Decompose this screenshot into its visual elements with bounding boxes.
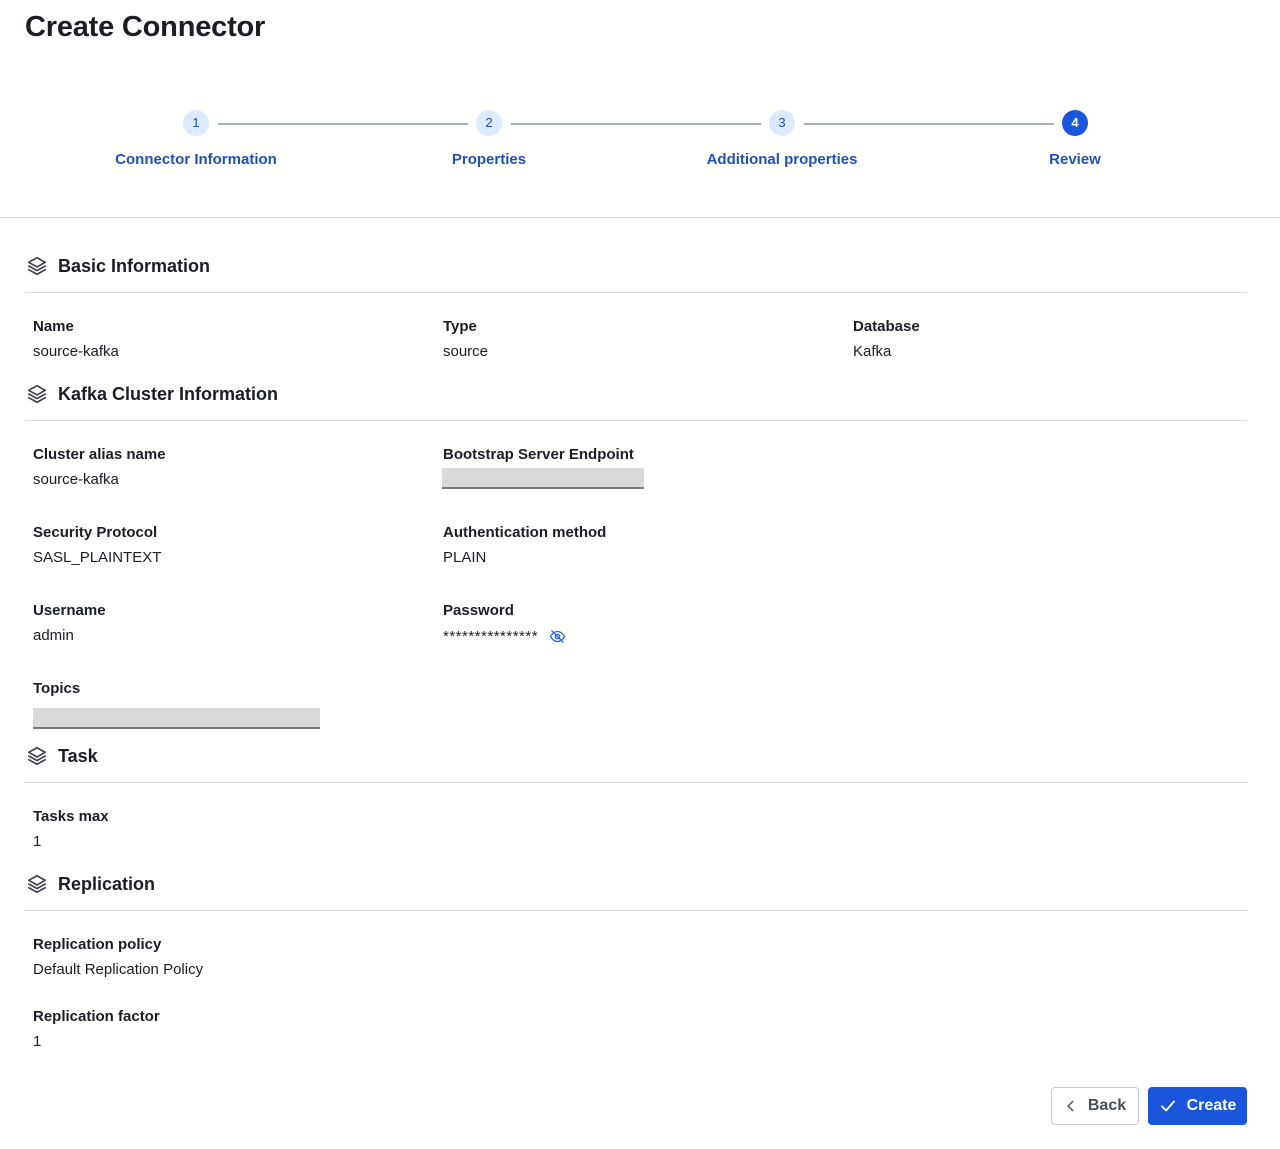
step-label: Properties: [451, 151, 527, 168]
chevron-left-icon: [1064, 1099, 1078, 1113]
field-value: SASL_PLAINTEXT: [33, 549, 162, 566]
field-value: source-kafka: [33, 343, 119, 360]
section-kafka-cluster-information: Kafka Cluster Information: [25, 380, 278, 408]
step-additional-properties[interactable]: 3 Additional properties: [662, 108, 902, 168]
field-label: Replication policy: [33, 936, 162, 953]
field-username: Username admin: [33, 601, 106, 646]
layers-icon: [26, 382, 50, 406]
section-replication: Replication: [25, 870, 155, 898]
field-label: Password: [443, 602, 514, 619]
page-title: Create Connector: [25, 11, 266, 43]
step-number: 3: [769, 110, 795, 136]
field-cluster-alias-name: Cluster alias name source-kafka: [33, 445, 166, 490]
step-properties[interactable]: 2 Properties: [369, 108, 609, 168]
step-number: 4: [1062, 110, 1088, 136]
field-label: Tasks max: [33, 808, 109, 825]
step-connector-information[interactable]: 1 Connector Information: [76, 108, 316, 168]
field-value: Default Replication Policy: [33, 961, 204, 978]
field-database: Database Kafka: [853, 317, 920, 362]
field-replication-policy: Replication policy Default Replication P…: [33, 935, 203, 980]
password-masked-value: ***************: [443, 627, 539, 645]
section-divider: [25, 420, 1247, 421]
redacted-bootstrap-value: [442, 468, 644, 489]
section-divider: [25, 292, 1247, 293]
section-title: Kafka Cluster Information: [58, 383, 279, 404]
section-title: Replication: [58, 873, 156, 894]
field-bootstrap-server-endpoint: Bootstrap Server Endpoint: [443, 445, 634, 465]
section-divider: [25, 910, 1247, 911]
back-button-label: Back: [1087, 1097, 1127, 1114]
field-label: Security Protocol: [33, 524, 158, 541]
field-value: PLAIN: [443, 549, 487, 566]
field-label: Topics: [33, 680, 81, 697]
field-label: Cluster alias name: [33, 446, 166, 463]
field-tasks-max: Tasks max 1: [33, 807, 109, 852]
field-label: Username: [33, 602, 106, 619]
step-number: 1: [183, 110, 209, 136]
wizard-stepper: 1 Connector Information 2 Properties 3 A…: [0, 108, 1280, 188]
field-type: Type source: [443, 317, 488, 362]
create-button[interactable]: Create: [1148, 1087, 1247, 1125]
section-basic-information: Basic Information: [25, 252, 210, 280]
layers-icon: [26, 872, 50, 896]
check-icon: [1159, 1097, 1177, 1115]
step-label: Review: [1049, 151, 1101, 168]
field-label: Replication factor: [33, 1008, 160, 1025]
eye-off-icon[interactable]: [548, 627, 566, 645]
redacted-topics-value: [33, 708, 320, 729]
field-name: Name source-kafka: [33, 317, 119, 362]
field-topics: Topics: [33, 679, 80, 699]
section-title: Basic Information: [58, 255, 211, 276]
section-title: Task: [58, 745, 98, 766]
section-task: Task: [25, 742, 98, 770]
field-label: Type: [443, 318, 477, 335]
section-divider: [25, 782, 1247, 783]
field-replication-factor: Replication factor 1: [33, 1007, 160, 1052]
field-security-protocol: Security Protocol SASL_PLAINTEXT: [33, 523, 161, 568]
field-authentication-method: Authentication method PLAIN: [443, 523, 606, 568]
field-label: Database: [853, 318, 920, 335]
step-label: Connector Information: [115, 151, 277, 168]
create-button-label: Create: [1186, 1097, 1237, 1114]
field-value: Kafka: [853, 343, 892, 360]
step-review[interactable]: 4 Review: [955, 108, 1195, 168]
field-label: Bootstrap Server Endpoint: [443, 446, 634, 463]
field-label: Authentication method: [443, 524, 607, 541]
layers-icon: [26, 254, 50, 278]
field-value: source: [443, 343, 489, 360]
step-label: Additional properties: [706, 151, 858, 168]
header-divider: [0, 217, 1280, 218]
layers-icon: [26, 744, 50, 768]
field-value: 1: [33, 833, 42, 850]
field-value: source-kafka: [33, 471, 119, 488]
password-row: ***************: [443, 626, 566, 646]
field-value: 1: [33, 1033, 42, 1050]
step-number: 2: [476, 110, 502, 136]
field-label: Name: [33, 318, 74, 335]
field-password: Password ***************: [443, 601, 566, 646]
back-button[interactable]: Back: [1051, 1087, 1139, 1125]
field-value: admin: [33, 627, 74, 644]
